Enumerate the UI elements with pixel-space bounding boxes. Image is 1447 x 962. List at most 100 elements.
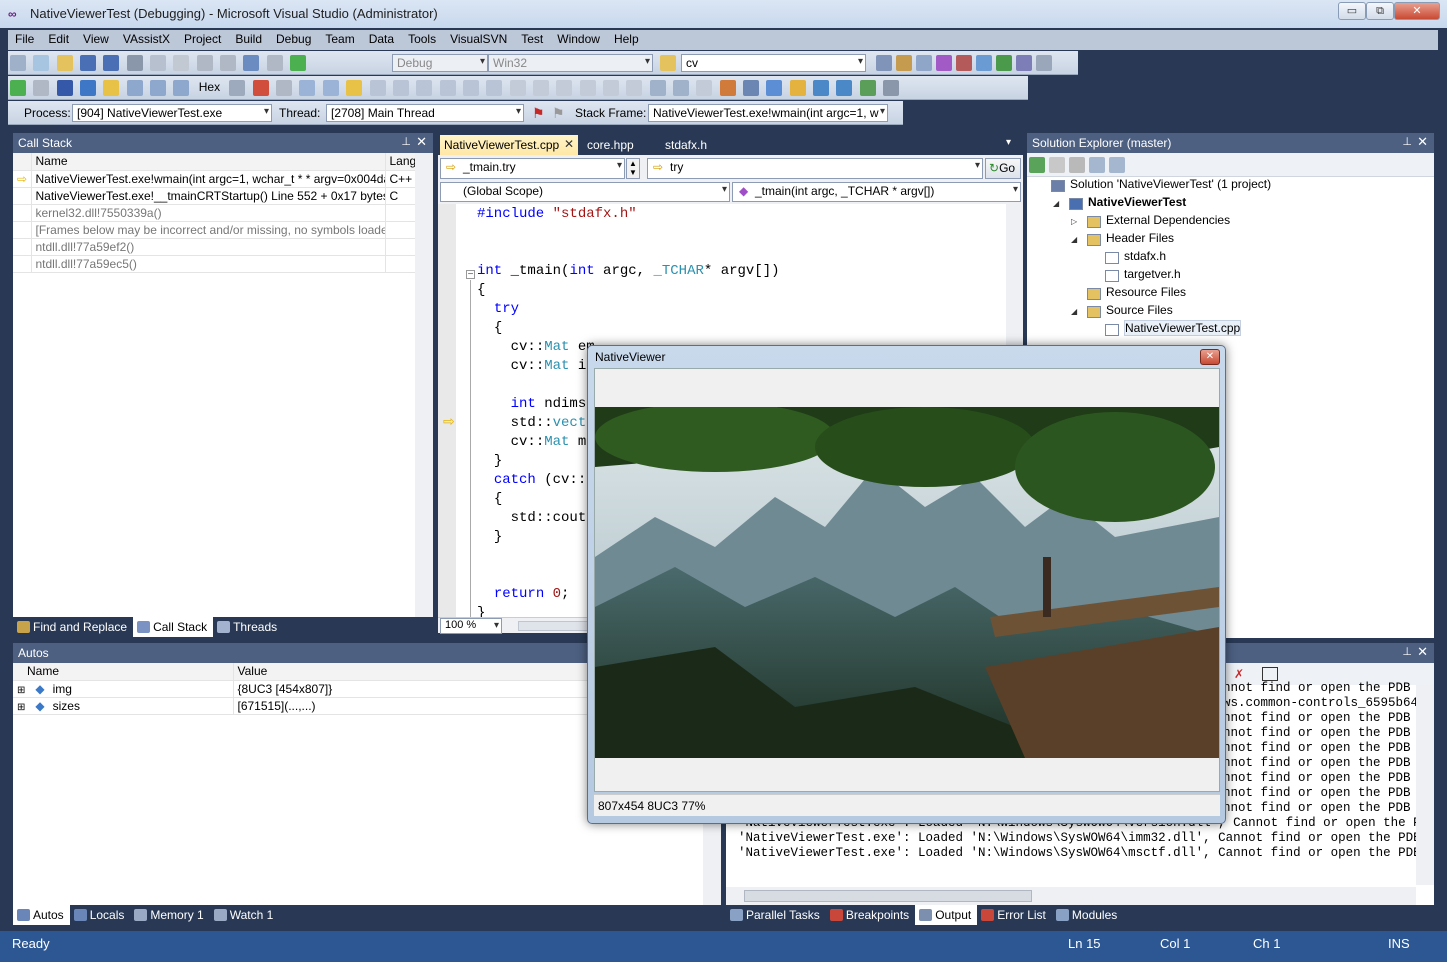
solution-platform-select[interactable]: Win32 xyxy=(488,54,653,72)
more-icon[interactable] xyxy=(696,80,713,96)
extension-icon[interactable] xyxy=(1016,55,1032,71)
expand-icon[interactable]: ⊞ xyxy=(17,702,25,713)
menu-window[interactable]: Window xyxy=(550,30,607,48)
spell-check-icon[interactable] xyxy=(859,80,876,96)
tree-item[interactable]: ◢ NativeViewerTest xyxy=(1027,195,1434,213)
undo-icon[interactable] xyxy=(196,55,213,71)
clear-bookmarks-icon[interactable] xyxy=(579,80,596,96)
refactor-icon[interactable] xyxy=(743,80,759,96)
tab-autos[interactable]: Autos xyxy=(13,905,70,925)
back-icon[interactable] xyxy=(813,80,830,96)
solution-configuration-select[interactable]: Debug xyxy=(392,54,488,72)
pin-icon[interactable]: ⊥ xyxy=(1402,135,1412,148)
output-scroll-thumb[interactable] xyxy=(744,890,1032,902)
save-icon[interactable] xyxy=(80,55,97,71)
find-in-files-icon[interactable] xyxy=(660,55,676,71)
tab-call-stack[interactable]: Call Stack xyxy=(133,617,214,637)
close-icon[interactable]: ✕ xyxy=(416,134,427,150)
redo-icon[interactable] xyxy=(220,55,237,71)
expander-icon[interactable]: ▷ xyxy=(1071,217,1085,226)
tree-item[interactable]: NativeViewerTest.cpp xyxy=(1027,320,1434,339)
minimize-button[interactable]: ▭ xyxy=(1338,2,1366,20)
menu-build[interactable]: Build xyxy=(228,30,269,48)
show-next-statement-icon[interactable] xyxy=(103,80,120,96)
open-file-in-solution-icon[interactable] xyxy=(789,80,806,96)
tab-watch-1[interactable]: Watch 1 xyxy=(210,905,280,925)
image-canvas[interactable] xyxy=(594,368,1220,792)
go-button[interactable]: ↻Go xyxy=(985,158,1021,179)
word-wrap-icon[interactable] xyxy=(1262,667,1278,681)
tab-parallel-tasks[interactable]: Parallel Tasks xyxy=(726,905,826,925)
breakpoints-window-icon[interactable] xyxy=(252,80,269,96)
move-down-icon[interactable] xyxy=(649,80,666,96)
close-window-button[interactable]: ✕ xyxy=(1394,2,1440,20)
toolbox-icon[interactable] xyxy=(936,55,952,71)
close-icon[interactable]: ✕ xyxy=(1417,134,1428,150)
nav-left-select[interactable]: ⇨ _tmain.try xyxy=(440,158,625,179)
table-row[interactable]: NativeViewerTest.exe!__tmainCRTStartup()… xyxy=(13,187,416,205)
tab-modules[interactable]: Modules xyxy=(1052,905,1123,925)
stop-debugging-icon[interactable] xyxy=(56,80,73,96)
visual-assist-icon[interactable] xyxy=(719,80,736,96)
step-into-icon[interactable] xyxy=(126,80,143,96)
expander-icon[interactable]: ◢ xyxy=(1071,235,1085,244)
continue-icon[interactable] xyxy=(10,80,26,96)
save-all-icon[interactable] xyxy=(103,55,120,71)
outline-icon[interactable] xyxy=(626,80,643,96)
table-row[interactable]: ntdll.dll!77a59ef2() xyxy=(13,238,416,256)
flag-thread-icon[interactable]: ⚑ xyxy=(532,105,545,122)
menu-data[interactable]: Data xyxy=(362,30,401,48)
team-explorer-icon[interactable] xyxy=(976,55,992,71)
flag-all-icon[interactable]: ⚑ xyxy=(552,105,565,122)
tab-overflow-icon[interactable]: ▾ xyxy=(1006,137,1011,148)
open-file-icon[interactable] xyxy=(56,55,73,71)
class-view-icon[interactable] xyxy=(1109,157,1125,173)
navigate-backward-icon[interactable] xyxy=(243,55,260,71)
object-browser-icon[interactable] xyxy=(916,55,932,71)
clear-all-icon[interactable]: ✗ xyxy=(1234,667,1244,681)
next-bookmark-icon[interactable] xyxy=(556,80,573,96)
cut-icon[interactable] xyxy=(126,55,143,71)
collapse-all-icon[interactable] xyxy=(1069,157,1085,173)
bookmark-icon[interactable] xyxy=(509,80,526,96)
tree-item[interactable]: stdafx.h xyxy=(1027,249,1434,267)
menu-file[interactable]: File xyxy=(8,30,41,48)
native-viewer-close-button[interactable]: ✕ xyxy=(1200,349,1220,365)
uncomment-icon[interactable] xyxy=(416,80,433,96)
menu-help[interactable]: Help xyxy=(607,30,646,48)
windows-dropdown-icon[interactable] xyxy=(276,80,293,96)
restart-icon[interactable] xyxy=(80,80,97,96)
tree-item[interactable]: Resource Files xyxy=(1027,285,1434,303)
format-icon[interactable] xyxy=(486,80,503,96)
tab-output[interactable]: Output xyxy=(915,905,978,925)
find-icon[interactable] xyxy=(299,80,316,96)
replace-icon[interactable] xyxy=(369,80,386,96)
options-icon[interactable] xyxy=(883,80,900,96)
zoom-select[interactable]: 100 % xyxy=(440,618,502,634)
table-row[interactable]: ntdll.dll!77a59ec5() xyxy=(13,255,416,273)
server-explorer-icon[interactable] xyxy=(996,55,1012,71)
menu-visualsvn[interactable]: VisualSVN xyxy=(443,30,514,48)
pin-icon[interactable]: ⊥ xyxy=(401,135,411,148)
prev-bookmark-icon[interactable] xyxy=(532,80,549,96)
command-window-icon[interactable] xyxy=(1036,55,1052,71)
forward-icon[interactable] xyxy=(836,80,853,96)
refresh-icon[interactable] xyxy=(1029,157,1045,173)
tab-find-and-replace[interactable]: Find and Replace xyxy=(13,617,133,637)
menu-test[interactable]: Test xyxy=(514,30,550,48)
menu-team[interactable]: Team xyxy=(318,30,361,48)
paste-icon[interactable] xyxy=(173,55,190,71)
tab-breakpoints[interactable]: Breakpoints xyxy=(826,905,915,925)
call-stack-scrollbar[interactable] xyxy=(415,153,433,617)
toggle-bookmark-icon[interactable] xyxy=(602,80,619,96)
restore-button[interactable]: ⧉ xyxy=(1366,2,1394,20)
menu-tools[interactable]: Tools xyxy=(401,30,443,48)
step-out-icon[interactable] xyxy=(173,80,190,96)
break-all-icon[interactable] xyxy=(33,80,50,96)
horizontal-scrollbar[interactable] xyxy=(518,621,598,631)
close-icon[interactable]: ✕ xyxy=(1417,644,1428,660)
output-vertical-scrollbar[interactable] xyxy=(1416,685,1434,885)
navigate-forward-icon[interactable] xyxy=(266,55,283,71)
find-combo[interactable]: cv xyxy=(681,54,866,72)
column-lang[interactable]: Lang xyxy=(385,153,416,171)
